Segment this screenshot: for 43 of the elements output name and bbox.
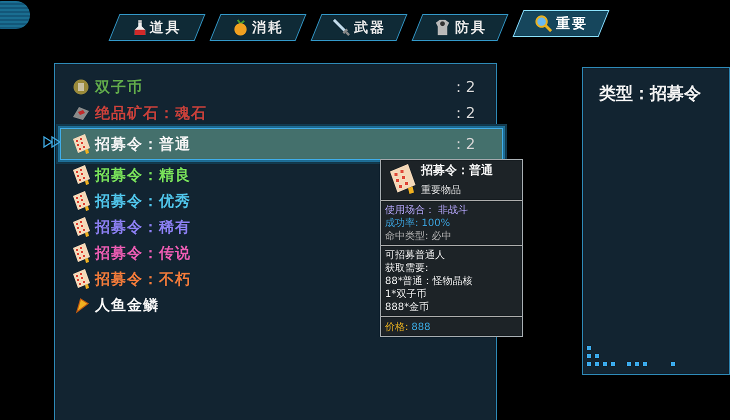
stat-line: 使用场合： 非战斗 — [385, 204, 470, 217]
item-type-label: 类型：招募令 — [598, 83, 702, 105]
item-name: 招募令：优秀 — [95, 192, 191, 210]
scroll-icon — [71, 133, 91, 155]
armor-icon — [433, 18, 452, 37]
price-label: 价格: — [385, 322, 408, 333]
scroll-icon — [71, 216, 91, 238]
item-name: 招募令：精良 — [95, 166, 191, 184]
item-row[interactable]: 绝品矿石：魂石 : 2 — [55, 100, 496, 126]
pointer-arrows-icon — [43, 136, 61, 148]
item-name: 招募令：普通 — [95, 134, 191, 154]
scroll-icon — [387, 162, 417, 197]
item-name: 招募令：不朽 — [95, 270, 191, 288]
scroll-icon — [71, 164, 91, 186]
item-count: : 2 — [456, 104, 476, 122]
magnifier-icon — [534, 14, 553, 33]
item-count: : 2 — [456, 135, 476, 153]
item-row[interactable]: 双子币 : 2 — [55, 74, 496, 100]
description-line: 88*普通：怪物晶核 — [385, 275, 474, 288]
item-count: : 2 — [456, 78, 476, 96]
scroll-icon — [71, 268, 91, 290]
description-line: 1*双子币 — [385, 288, 428, 301]
item-name: 双子币 — [95, 78, 143, 96]
sword-icon — [332, 18, 351, 37]
description-line: 可招募普通人 — [385, 249, 446, 262]
scroll-icon — [71, 190, 91, 212]
description-line: 888*金币 — [385, 301, 430, 314]
fruit-icon — [232, 19, 249, 36]
tooltip-title: 招募令：普通 — [421, 162, 493, 179]
ore-icon — [71, 105, 91, 121]
scroll-icon — [71, 242, 91, 264]
stat-line: 成功率: 100% — [385, 217, 452, 230]
item-name: 招募令：稀有 — [95, 218, 191, 236]
scroll-handle[interactable] — [0, 1, 30, 29]
coin-icon — [71, 79, 91, 95]
item-name: 招募令：传说 — [95, 244, 191, 262]
description-line: 获取需要: — [385, 262, 430, 275]
tooltip-subtitle: 重要物品 — [421, 184, 462, 197]
item-name: 人鱼金鳞 — [95, 296, 159, 314]
potion-icon — [132, 18, 146, 36]
price-value: 888 — [411, 322, 430, 333]
stat-line: 命中类型: 必中 — [385, 230, 453, 243]
item-name: 绝品矿石：魂石 — [95, 104, 207, 122]
